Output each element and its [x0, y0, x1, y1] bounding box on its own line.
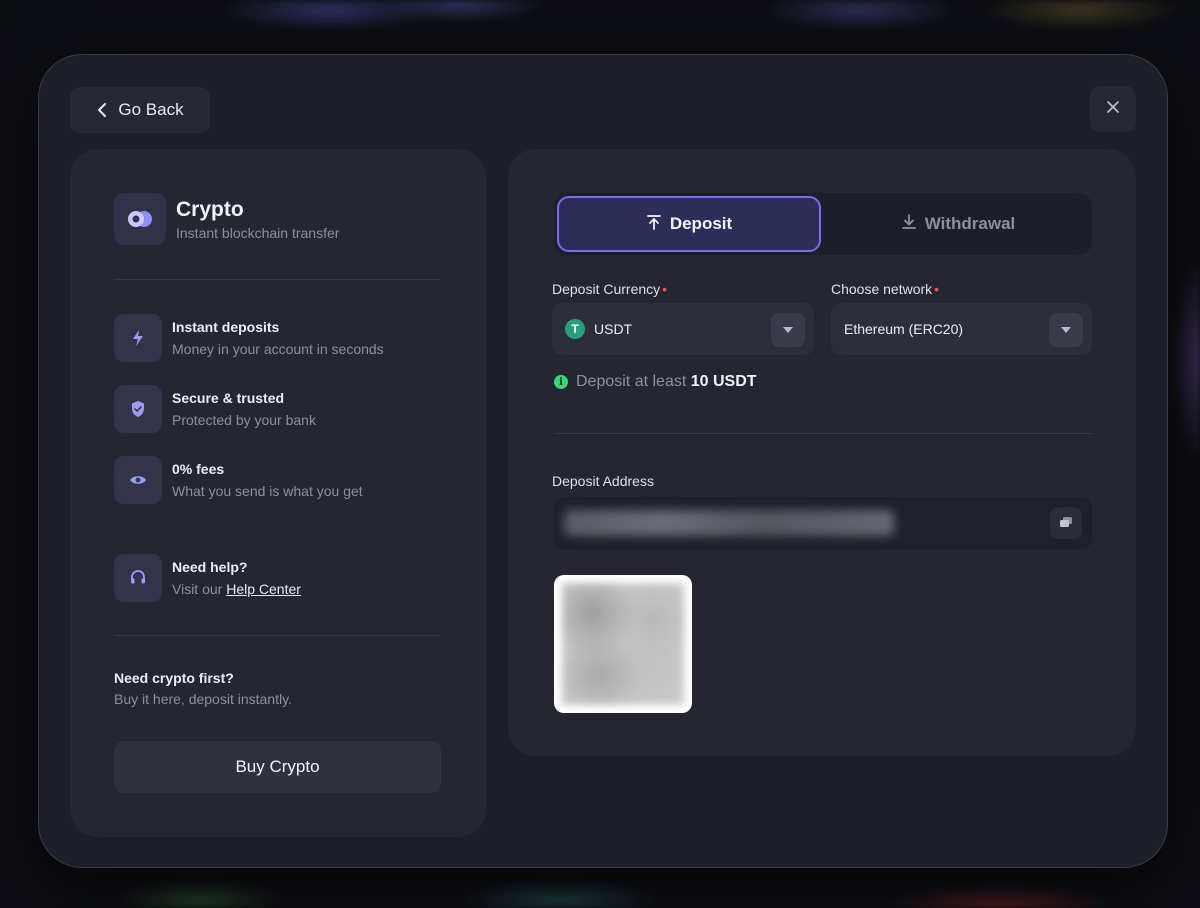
currency-select[interactable]: T USDT [552, 303, 814, 355]
address-label: Deposit Address [552, 473, 654, 489]
method-title: Crypto [176, 197, 244, 221]
buy-title: Need crypto first? [114, 670, 234, 686]
buy-crypto-button[interactable]: Buy Crypto [114, 741, 441, 793]
upload-arrow-icon [646, 214, 662, 235]
feature-secure: Secure & trusted Protected by your bank [114, 385, 316, 433]
copy-button[interactable] [1050, 507, 1082, 539]
network-label: Choose network • [831, 281, 939, 297]
minimum-text: Deposit at least 10 USDT [576, 373, 757, 391]
tab-withdrawal-label: Withdrawal [924, 214, 1016, 233]
feature-subtitle: Protected by your bank [172, 412, 316, 428]
feature-title: Secure & trusted [172, 390, 285, 406]
network-label-text: Choose network [831, 281, 933, 297]
feature-instant-deposits: Instant deposits Money in your account i… [114, 314, 384, 362]
go-back-button[interactable]: Go Back [70, 87, 210, 133]
help-prefix: Visit our [172, 581, 227, 597]
tab-deposit-label: Deposit [669, 214, 733, 233]
deposit-qr-code [554, 575, 692, 713]
help-text: Visit our Help Center [172, 581, 301, 597]
chevron-down-icon[interactable] [771, 313, 805, 347]
method-subtitle: Instant blockchain transfer [176, 224, 340, 241]
method-header: Crypto Instant blockchain transfer [114, 193, 339, 245]
required-mark: • [934, 281, 940, 297]
download-icon [901, 213, 917, 235]
buy-subtitle: Buy it here, deposit instantly. [114, 691, 292, 707]
network-select[interactable]: Ethereum (ERC20) [831, 303, 1092, 355]
copy-icon [1060, 514, 1072, 532]
headset-icon [114, 554, 162, 602]
minimum-prefix: Deposit at least [576, 373, 691, 390]
lightning-icon [114, 314, 162, 362]
required-mark: • [662, 281, 668, 297]
qr-code-redacted [562, 583, 684, 705]
feature-subtitle: What you send is what you get [172, 483, 363, 499]
info-icon: i [554, 375, 568, 389]
close-button[interactable] [1090, 86, 1136, 132]
deposit-modal: Go Back Crypto Instant blockchain transf… [38, 54, 1168, 868]
deposit-address-field[interactable] [554, 497, 1092, 549]
minimum-amount: 10 USDT [690, 373, 757, 390]
divider [554, 433, 1092, 434]
method-info-panel: Crypto Instant blockchain transfer Insta… [70, 149, 486, 837]
go-back-label: Go Back [118, 100, 184, 119]
minimum-deposit-note: i Deposit at least 10 USDT [554, 373, 757, 391]
eye-icon [114, 456, 162, 504]
deposit-form-panel: Deposit Withdrawal Deposit Currency • T U… [508, 149, 1136, 756]
divider [114, 635, 441, 636]
divider [114, 279, 441, 280]
shield-icon [114, 385, 162, 433]
feature-title: 0% fees [172, 461, 225, 477]
help-center-link[interactable]: Help Center [226, 581, 301, 597]
currency-value: USDT [594, 321, 633, 337]
help-section: Need help? Visit our Help Center [114, 554, 301, 602]
network-value: Ethereum (ERC20) [844, 321, 964, 337]
feature-title: Instant deposits [172, 319, 280, 335]
help-title: Need help? [172, 559, 248, 575]
address-value-redacted [564, 510, 894, 536]
feature-subtitle: Money in your account in seconds [172, 341, 384, 357]
deposit-withdrawal-tabs: Deposit Withdrawal [554, 193, 1092, 255]
crypto-coins-icon [114, 193, 166, 245]
tether-icon: T [565, 319, 585, 339]
currency-label: Deposit Currency • [552, 281, 667, 297]
chevron-left-icon [96, 102, 110, 118]
close-icon [1105, 99, 1121, 120]
tab-deposit[interactable]: Deposit [557, 196, 821, 252]
feature-fees: 0% fees What you send is what you get [114, 456, 363, 504]
chevron-down-icon[interactable] [1049, 313, 1083, 347]
currency-label-text: Deposit Currency [552, 281, 661, 297]
tab-withdrawal[interactable]: Withdrawal [826, 196, 1090, 252]
